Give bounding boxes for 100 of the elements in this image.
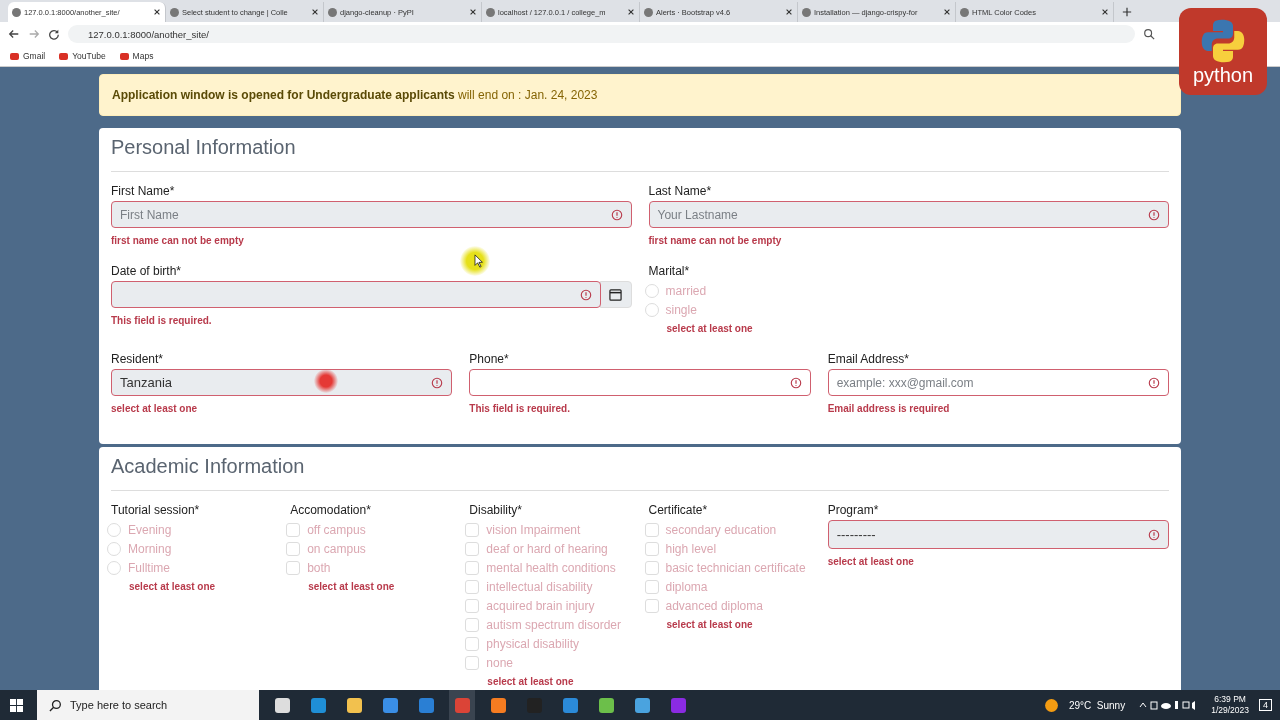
checkbox[interactable] [465, 636, 480, 651]
close-icon[interactable] [311, 8, 319, 16]
error-message: first name can not be empty [111, 235, 245, 246]
option-label: both [307, 560, 331, 575]
back-icon[interactable] [8, 28, 20, 40]
error-message: This field is required. [469, 403, 571, 414]
error-icon [610, 208, 623, 221]
calendar-icon [609, 288, 622, 301]
click-highlight [314, 369, 338, 393]
checkbox[interactable] [465, 598, 480, 613]
field-label: Disability* [469, 503, 523, 517]
field-label: Certificate* [648, 503, 709, 517]
close-icon[interactable] [943, 8, 951, 16]
field-label: Marital* [648, 264, 691, 278]
cursor-icon [474, 254, 483, 268]
close-icon[interactable] [469, 8, 477, 16]
new-tab-icon[interactable] [1122, 7, 1132, 17]
option-label: secondary education [665, 522, 777, 537]
alert-text: Application window is opened for Undergraduate applicants will end on : Jan. 24, 2023 [112, 88, 598, 102]
site-icon [328, 7, 337, 17]
taskbar-search-field[interactable]: Type here to search [37, 690, 259, 720]
close-icon[interactable] [153, 8, 161, 16]
checkbox[interactable] [465, 522, 480, 537]
address-field[interactable]: 127.0.0.1:8000/another_site/ [68, 25, 1135, 43]
notification-badge[interactable]: 4 [1259, 699, 1272, 711]
error-message: select at least one [129, 581, 217, 592]
calendar-button[interactable] [599, 281, 632, 308]
error-message: first name can not be empty [648, 235, 783, 246]
site-icon [960, 7, 969, 17]
option-label: autism spectrum disorder [486, 617, 622, 632]
option-label: acquired brain injury [486, 598, 595, 613]
option-label: Morning [128, 541, 172, 556]
field-label: Last Name* [648, 184, 713, 198]
option-label: high level [665, 541, 717, 556]
checkbox[interactable] [465, 655, 480, 670]
section-title: Personal Information [111, 136, 297, 160]
section-title: Academic Information [111, 455, 306, 479]
field-label: Program* [827, 503, 880, 517]
error-message: select at least one [666, 619, 754, 630]
checkbox[interactable] [286, 541, 301, 556]
checkbox[interactable] [465, 579, 480, 594]
weather-text: 29°C Sunny [1068, 699, 1126, 711]
checkbox[interactable] [465, 541, 480, 556]
checkbox[interactable] [644, 522, 659, 537]
checkbox[interactable] [644, 541, 659, 556]
error-icon [1148, 376, 1160, 389]
checkbox[interactable] [644, 560, 659, 575]
field-label: Phone* [469, 352, 510, 366]
input-field[interactable] [469, 369, 811, 396]
option-label: vision Impairment [486, 522, 581, 537]
option-label: mental health conditions [486, 560, 616, 575]
start-icon[interactable] [10, 698, 23, 712]
field-label: First Name* [111, 184, 176, 198]
checkbox[interactable] [286, 560, 301, 575]
close-icon[interactable] [785, 8, 793, 16]
checkbox[interactable] [465, 560, 480, 575]
close-icon[interactable] [627, 8, 635, 16]
bookmark-link[interactable]: Maps [119, 51, 154, 61]
field-label: Date of birth* [111, 264, 183, 278]
option-label: none [486, 655, 514, 670]
checkbox[interactable] [286, 522, 301, 537]
error-icon [579, 288, 592, 301]
zoom-icon[interactable] [1143, 28, 1155, 40]
error-message: select at least one [111, 403, 199, 414]
field-label: Resident* [111, 352, 165, 366]
checkbox[interactable] [644, 598, 659, 613]
site-icon [486, 7, 495, 17]
checkbox[interactable] [644, 579, 659, 594]
option-label: Fulltime [128, 560, 170, 575]
error-message: Email address is required [827, 403, 951, 414]
error-message: select at least one [666, 323, 754, 334]
site-icon [170, 7, 179, 17]
checkbox[interactable] [465, 617, 480, 632]
error-message: select at least one [487, 676, 575, 687]
option-label: married [665, 283, 707, 298]
forward-icon[interactable] [28, 28, 40, 40]
field-label: Accomodation* [290, 503, 372, 517]
reload-icon[interactable] [48, 28, 60, 40]
python-logo: python [1179, 8, 1267, 95]
site-icon [802, 7, 811, 17]
site-icon [12, 7, 21, 17]
option-label: off campus [307, 522, 366, 537]
sun-icon [1043, 697, 1059, 713]
bookmark-link[interactable]: Gmail [10, 51, 46, 61]
clock-text[interactable]: 6:39 PM 1/29/2023 [1211, 694, 1249, 716]
error-icon [1148, 528, 1160, 541]
bookmark-link[interactable]: YouTube [59, 51, 106, 61]
option-label: intellectual disability [486, 579, 593, 594]
site-icon [644, 7, 653, 17]
option-label: on campus [307, 541, 366, 556]
search-icon [49, 698, 62, 712]
option-label: physical disability [486, 636, 580, 651]
field-label: Email Address* [827, 352, 911, 366]
input-field[interactable]: example: xxx@gmail.com [827, 369, 1169, 396]
option-label: advanced diploma [665, 598, 763, 613]
error-icon [431, 376, 444, 389]
field-label: Tutorial session* [111, 503, 201, 517]
error-icon [1148, 208, 1160, 221]
close-icon[interactable] [1101, 8, 1109, 16]
option-label: diploma [665, 579, 708, 594]
